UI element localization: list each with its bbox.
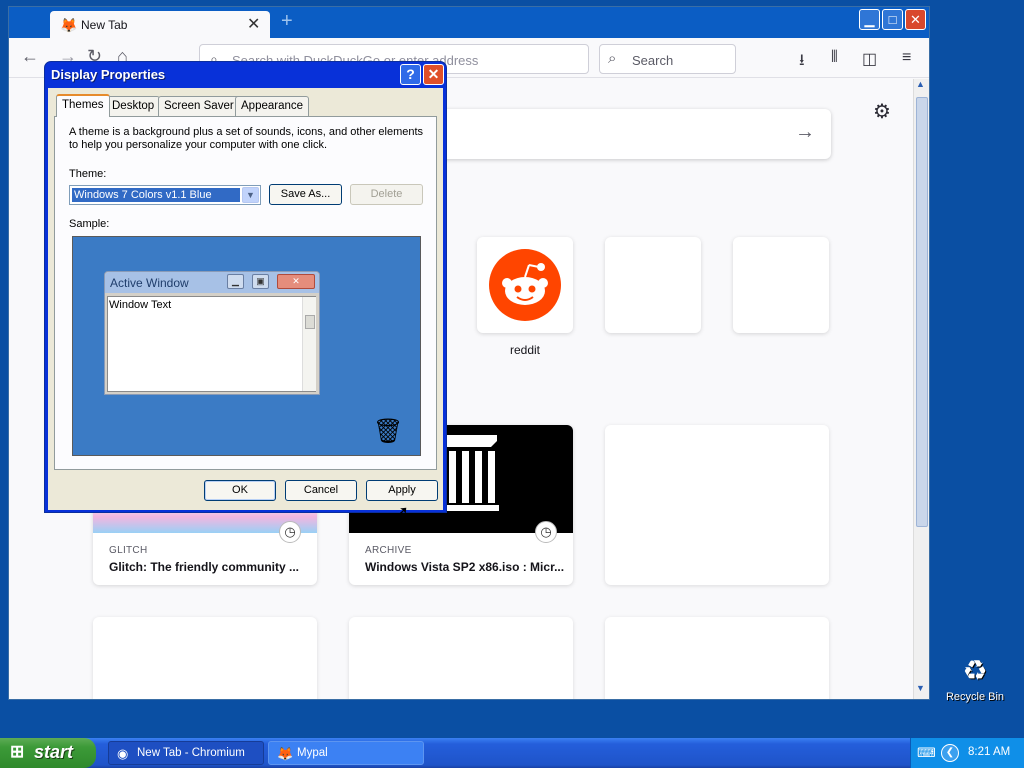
show-hidden-icons-button[interactable]: ❮ bbox=[941, 744, 959, 762]
sample-scrollbar bbox=[302, 297, 316, 391]
keyboard-icon[interactable]: ⌨ bbox=[917, 745, 936, 761]
top-site-empty bbox=[733, 237, 829, 333]
chromium-icon: ◉ bbox=[117, 746, 129, 761]
dialog-close-button[interactable]: ✕ bbox=[423, 64, 444, 85]
theme-sample-preview: Active Window ▁ ▣ ✕ Window Text 🗑 bbox=[72, 236, 421, 456]
card-source: ARCHIVE bbox=[365, 545, 412, 556]
help-button[interactable]: ? bbox=[400, 64, 421, 85]
sample-scrollbar-thumb bbox=[305, 315, 315, 329]
top-site-empty bbox=[605, 237, 701, 333]
maximize-button[interactable]: □ bbox=[882, 9, 903, 30]
page-scrollbar[interactable]: ▲ ▼ bbox=[913, 79, 929, 699]
gear-icon[interactable]: ⚙ bbox=[873, 99, 891, 124]
maximize-icon: ▣ bbox=[252, 274, 269, 289]
tab-desktop[interactable]: Desktop bbox=[106, 96, 161, 116]
menu-icon[interactable]: ≡ bbox=[902, 49, 911, 67]
sample-window-body: Window Text bbox=[107, 296, 316, 392]
theme-label: Theme: bbox=[69, 168, 107, 180]
mypal-icon: 🦊 bbox=[277, 746, 294, 761]
library-icon[interactable]: ⫴ bbox=[831, 49, 838, 67]
start-label: start bbox=[34, 742, 74, 762]
sample-window-text: Window Text bbox=[109, 299, 172, 311]
highlight-card-empty bbox=[93, 617, 317, 699]
scrollbar-thumb[interactable] bbox=[916, 97, 928, 527]
arrow-right-icon[interactable]: → bbox=[795, 121, 815, 144]
themes-panel: A theme is a background plus a set of so… bbox=[54, 116, 437, 470]
taskbar-item-new-tab-chromium[interactable]: ◉ New Tab - Chromium bbox=[108, 741, 264, 765]
delete-button[interactable]: Delete bbox=[350, 184, 423, 205]
tab-new-tab[interactable]: 🦊 New Tab ✕ bbox=[50, 11, 270, 38]
mouse-cursor-icon: ➚ bbox=[394, 502, 410, 522]
download-icon[interactable]: ⭳ bbox=[799, 49, 805, 76]
back-icon[interactable]: ← bbox=[21, 46, 39, 67]
search-bar[interactable]: ⌕ Search bbox=[599, 44, 736, 74]
clock-icon: ◷ bbox=[535, 521, 557, 543]
dialog-body: Themes Desktop Screen Saver Appearance A… bbox=[48, 88, 443, 510]
top-site-reddit[interactable] bbox=[477, 237, 573, 333]
search-placeholder: Search bbox=[632, 53, 674, 68]
tab-title: New Tab bbox=[81, 18, 128, 32]
taskbar-item-label: Mypal bbox=[297, 747, 328, 759]
card-title: Glitch: The friendly community ... bbox=[109, 560, 300, 574]
new-tab-button[interactable]: + bbox=[281, 10, 293, 33]
highlight-card-empty bbox=[605, 617, 829, 699]
taskbar: ⊞ start ◉ New Tab - Chromium 🦊 Mypal ⌨ ❮… bbox=[0, 738, 1024, 768]
tab-appearance[interactable]: Appearance bbox=[235, 96, 310, 116]
save-as-button[interactable]: Save As... bbox=[269, 184, 342, 205]
page-search-box[interactable]: → bbox=[439, 109, 831, 159]
tab-close-icon[interactable]: ✕ bbox=[247, 14, 260, 34]
search-icon: ⌕ bbox=[608, 50, 617, 67]
clock[interactable]: 8:21 AM bbox=[968, 746, 1010, 758]
apply-button[interactable]: Apply bbox=[366, 480, 438, 501]
recycle-bin-desktop-item[interactable]: ♻ Recycle Bin bbox=[944, 655, 1006, 703]
windows-flag-icon: ⊞ bbox=[10, 742, 25, 761]
theme-select[interactable]: Windows 7 Colors v1.1 Blue ▼ bbox=[69, 185, 261, 205]
sample-active-window: Active Window ▁ ▣ ✕ Window Text bbox=[104, 271, 320, 395]
scroll-down-icon[interactable]: ▼ bbox=[916, 683, 925, 693]
taskbar-item-mypal[interactable]: 🦊 Mypal bbox=[268, 741, 424, 765]
scroll-up-icon[interactable]: ▲ bbox=[916, 79, 925, 89]
chevron-down-icon[interactable]: ▼ bbox=[242, 187, 259, 203]
reddit-icon bbox=[489, 249, 561, 321]
sidebar-icon[interactable]: ◫ bbox=[862, 49, 877, 69]
tab-favicon-icon: 🦊 bbox=[60, 17, 78, 33]
tab-strip: 🦊 New Tab ✕ + ▁ □ ✕ bbox=[9, 7, 929, 38]
tab-screen-saver[interactable]: Screen Saver bbox=[158, 96, 240, 116]
minimize-icon: ▁ bbox=[227, 274, 244, 289]
taskbar-item-label: New Tab - Chromium bbox=[137, 747, 245, 759]
cancel-button[interactable]: Cancel bbox=[285, 480, 357, 501]
card-title: Windows Vista SP2 x86.iso : Micr... bbox=[365, 560, 565, 574]
theme-description: A theme is a background plus a set of so… bbox=[69, 126, 424, 151]
dialog-title: Display Properties bbox=[51, 67, 166, 82]
start-button[interactable]: ⊞ start bbox=[0, 738, 96, 768]
close-window-button[interactable]: ✕ bbox=[905, 9, 926, 30]
clock-icon: ◷ bbox=[279, 521, 301, 543]
sample-label: Sample: bbox=[69, 218, 110, 230]
minimize-button[interactable]: ▁ bbox=[859, 9, 880, 30]
recycle-bin-icon: 🗑 bbox=[373, 418, 404, 445]
highlight-card-empty bbox=[605, 425, 829, 585]
close-icon: ✕ bbox=[277, 274, 315, 289]
card-source: GLITCH bbox=[109, 545, 148, 556]
recycle-bin-label: Recycle Bin bbox=[945, 691, 1005, 703]
tab-themes[interactable]: Themes bbox=[56, 94, 110, 117]
display-properties-dialog: Display Properties ? ✕ Themes Desktop Sc… bbox=[44, 61, 447, 513]
top-site-label: reddit bbox=[509, 343, 541, 357]
sample-window-title: Active Window bbox=[110, 276, 189, 290]
recycle-bin-icon: ♻ bbox=[962, 655, 988, 686]
highlight-card-empty bbox=[349, 617, 573, 699]
sample-window-titlebar: Active Window ▁ ▣ ✕ bbox=[105, 272, 319, 293]
ok-button[interactable]: OK bbox=[204, 480, 276, 501]
system-tray: ⌨ ❮ 8:21 AM bbox=[910, 738, 1024, 768]
theme-select-value: Windows 7 Colors v1.1 Blue bbox=[72, 188, 240, 202]
